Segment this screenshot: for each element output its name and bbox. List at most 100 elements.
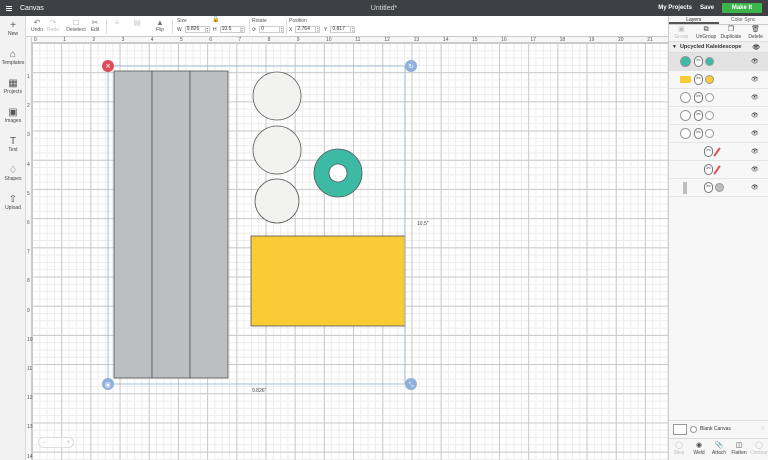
gray-strip-2[interactable]	[151, 70, 191, 379]
x-input[interactable]: 2.764	[295, 26, 317, 33]
pen-swatch[interactable]	[713, 165, 721, 175]
white-circle-1[interactable]	[252, 71, 302, 121]
save-link[interactable]: Save	[700, 5, 714, 11]
layer-group-header[interactable]: ▼ Upcycled Kaleidescope 👁	[669, 42, 768, 53]
flip-button[interactable]: ▲ Flip	[153, 18, 167, 33]
y-input[interactable]: 0.817	[330, 26, 352, 33]
gray-strip-3[interactable]	[189, 70, 229, 379]
zoom-in-icon[interactable]: +	[66, 440, 70, 446]
tab-layers[interactable]: Layers	[669, 16, 719, 24]
duplicate-button[interactable]: ❐ Duplicate	[719, 25, 744, 41]
delete-button[interactable]: 🗑 Delete	[743, 25, 768, 41]
eye-icon[interactable]: 👁	[751, 166, 759, 173]
contour-button[interactable]: ◯ Contour	[749, 439, 768, 460]
layer-row[interactable]: ✂ 👁	[669, 89, 768, 107]
upload-icon: ⇧	[8, 194, 18, 205]
group-button[interactable]: ▣ Group	[669, 25, 694, 41]
layer-row[interactable]: ✂ 👁	[669, 161, 768, 179]
width-stepper[interactable]: ▴ ▾	[205, 26, 210, 33]
pen-swatch[interactable]	[713, 147, 721, 157]
cut-icon[interactable]: ✂	[694, 110, 703, 121]
attach-button[interactable]: 📎 Attach	[709, 439, 729, 460]
eye-icon[interactable]: 👁	[751, 58, 759, 65]
color-swatch[interactable]	[705, 57, 714, 66]
design-canvas[interactable]: ✕ ↻ ▣ ⤡ 10.5" 9.826"	[26, 37, 668, 460]
x-stepper[interactable]: ▴ ▾	[316, 26, 321, 33]
my-projects-link[interactable]: My Projects	[658, 5, 692, 11]
layer-row[interactable]: ✂ 👁	[669, 71, 768, 89]
chevron-down-icon[interactable]: ▼	[672, 44, 677, 50]
sidebar-item-upload[interactable]: ⇧ Upload	[0, 194, 26, 211]
undo-button[interactable]: ↶ Undo	[30, 18, 44, 33]
sidebar-item-shapes[interactable]: ♢ Shapes	[0, 165, 26, 182]
zoom-out-icon[interactable]: −	[42, 440, 46, 446]
weld-button[interactable]: ◉ Weld	[689, 439, 709, 460]
cut-icon[interactable]: ✂	[704, 146, 713, 157]
color-swatch[interactable]	[705, 93, 714, 102]
cut-icon[interactable]: ✂	[694, 92, 703, 103]
white-circle-3[interactable]	[254, 178, 300, 224]
blank-canvas-row[interactable]: Blank Canvas ◌	[669, 420, 768, 437]
hide-icon[interactable]: ◌	[761, 426, 765, 432]
blank-canvas-swatch[interactable]	[673, 423, 687, 435]
eye-icon[interactable]: 👁	[751, 184, 759, 191]
height-field[interactable]: H 10.5 ▴ ▾	[213, 26, 245, 33]
flatten-button[interactable]: ◫ Flatten	[729, 439, 749, 460]
contour-label: Contour	[750, 450, 768, 456]
eye-icon[interactable]: 👁	[752, 44, 760, 51]
slice-button[interactable]: ◯ Slice	[669, 439, 689, 460]
rotate-stepper[interactable]: ▴ ▾	[280, 26, 285, 33]
blank-canvas-color[interactable]	[690, 425, 697, 433]
ungroup-button[interactable]: ⧉ UnGroup	[694, 25, 719, 41]
zoom-control[interactable]: − +	[38, 437, 74, 448]
tab-color-sync[interactable]: Color Sync	[719, 16, 768, 24]
layer-row[interactable]: ✂ 👁	[669, 179, 768, 197]
lock-icon[interactable]: 🔒	[212, 16, 219, 23]
sidebar-item-text[interactable]: T Text	[0, 136, 26, 153]
rotate-field[interactable]: ⟳ 0 ▴ ▾	[252, 26, 285, 33]
cut-icon[interactable]: ✂	[704, 182, 713, 193]
layer-row[interactable]: ✂ 👁	[669, 125, 768, 143]
eye-icon[interactable]: 👁	[751, 76, 759, 83]
make-it-button[interactable]: Make It	[722, 3, 762, 13]
eye-icon[interactable]: 👁	[751, 130, 759, 137]
arrange-button[interactable]: ▤	[130, 18, 144, 27]
yellow-rectangle[interactable]	[250, 235, 406, 327]
sidebar-item-templates[interactable]: ⌂ Templates	[0, 49, 26, 66]
sidebar-item-new[interactable]: + New	[0, 20, 26, 37]
y-field[interactable]: Y 0.817 ▴ ▾	[324, 26, 356, 33]
gray-strip-1[interactable]	[113, 70, 153, 379]
cut-icon[interactable]: ✂	[694, 74, 703, 85]
redo-button[interactable]: ↷ Redo	[46, 18, 60, 33]
cut-icon[interactable]: ✂	[694, 128, 703, 139]
y-stepper[interactable]: ▴ ▾	[351, 26, 356, 33]
width-input[interactable]: 9.826	[184, 26, 206, 33]
sidebar-item-projects[interactable]: ▦ Projects	[0, 78, 26, 95]
layer-thumbnail	[683, 182, 687, 194]
cut-icon[interactable]: ✂	[694, 56, 703, 67]
eye-icon[interactable]: 👁	[751, 148, 759, 155]
rotate-input[interactable]: 0	[259, 26, 281, 33]
color-swatch[interactable]	[705, 129, 714, 138]
eye-icon[interactable]: 👁	[751, 112, 759, 119]
sidebar-item-images[interactable]: ▣ Images	[0, 107, 26, 124]
color-swatch[interactable]	[705, 75, 714, 84]
eye-icon[interactable]: 👁	[751, 94, 759, 101]
height-stepper[interactable]: ▴ ▾	[240, 26, 245, 33]
align-button[interactable]: ≡	[110, 18, 124, 27]
deselect-button[interactable]: □ Deselect	[65, 18, 87, 33]
sidebar-label: Templates	[1, 60, 25, 66]
color-swatch[interactable]	[705, 111, 714, 120]
bottom-actions: ◯ Slice ◉ Weld 📎 Attach ◫ Flatten ◯ Contour	[669, 438, 768, 460]
white-circle-2[interactable]	[252, 125, 302, 175]
menu-icon[interactable]	[6, 5, 12, 11]
layer-row[interactable]: ✂ 👁	[669, 107, 768, 125]
color-swatch[interactable]	[715, 183, 724, 192]
edit-button[interactable]: ✂ Edit	[88, 18, 102, 33]
width-field[interactable]: W 9.826 ▴ ▾	[177, 26, 210, 33]
cut-icon[interactable]: ✂	[704, 164, 713, 175]
layer-row[interactable]: ✂ 👁	[669, 53, 768, 71]
height-input[interactable]: 10.5	[219, 26, 241, 33]
x-field[interactable]: X 2.764 ▴ ▾	[289, 26, 321, 33]
layer-row[interactable]: ✂ 👁	[669, 143, 768, 161]
